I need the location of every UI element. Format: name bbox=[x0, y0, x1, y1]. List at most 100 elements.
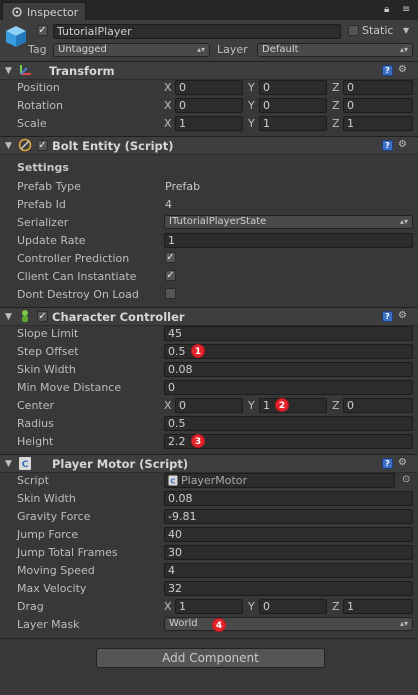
annotation-badge-1: 1 bbox=[191, 344, 205, 358]
layer-label: Layer bbox=[217, 43, 248, 56]
motor-skin-width-input[interactable]: 0.08 bbox=[164, 491, 413, 506]
player-motor-title: Player Motor (Script) bbox=[52, 457, 189, 471]
position-x-input[interactable]: 0 bbox=[175, 80, 243, 95]
axis-z-label: Z bbox=[332, 600, 340, 613]
svg-text:C: C bbox=[22, 460, 29, 470]
axis-z-label: Z bbox=[332, 399, 340, 412]
chevron-updown-icon: ▴▾ bbox=[399, 45, 408, 54]
step-offset-label: Step Offset bbox=[17, 345, 79, 358]
scale-x-input[interactable]: 1 bbox=[175, 116, 243, 131]
jump-force-input[interactable]: 40 bbox=[164, 527, 413, 542]
min-move-distance-input[interactable]: 0 bbox=[164, 380, 413, 395]
csharp-script-small-icon: C bbox=[168, 475, 178, 486]
axis-x-label: X bbox=[164, 399, 172, 412]
inspector-icon bbox=[12, 7, 22, 17]
axis-y-label: Y bbox=[248, 117, 255, 130]
moving-speed-input[interactable]: 4 bbox=[164, 563, 413, 578]
gear-icon[interactable]: ⚙︎ bbox=[398, 139, 407, 150]
gear-icon[interactable]: ⚙︎ bbox=[398, 64, 407, 75]
help-icon[interactable]: ? bbox=[382, 311, 393, 322]
position-z-input[interactable]: 0 bbox=[343, 80, 413, 95]
tab-menu-icon[interactable]: ≡ bbox=[402, 4, 410, 15]
foldout-arrow-icon[interactable]: ▼ bbox=[5, 312, 12, 322]
axis-z-label: Z bbox=[332, 117, 340, 130]
settings-heading: Settings bbox=[17, 161, 69, 174]
slope-limit-input[interactable]: 45 bbox=[164, 326, 413, 341]
tab-inspector[interactable]: Inspector bbox=[2, 2, 86, 20]
serializer-value: ITutorialPlayerState bbox=[169, 216, 267, 227]
bolt-entity-icon bbox=[18, 138, 32, 152]
tag-dropdown[interactable]: Untagged ▴▾ bbox=[53, 43, 210, 57]
axis-y-label: Y bbox=[248, 600, 255, 613]
help-icon[interactable]: ? bbox=[382, 458, 393, 469]
axis-x-label: X bbox=[164, 99, 172, 112]
center-x-input[interactable]: 0 bbox=[175, 398, 243, 413]
object-picker-icon[interactable]: ⊙ bbox=[402, 474, 410, 485]
motor-skin-width-label: Skin Width bbox=[17, 492, 76, 505]
tab-title: Inspector bbox=[27, 6, 79, 19]
static-dropdown-arrow-icon[interactable]: ▼ bbox=[403, 26, 409, 35]
layer-mask-value: World bbox=[169, 618, 198, 629]
client-can-instantiate-checkbox[interactable]: ✓ bbox=[165, 270, 176, 281]
drag-z-input[interactable]: 1 bbox=[343, 599, 413, 614]
rotation-y-input[interactable]: 0 bbox=[259, 98, 327, 113]
static-label: Static bbox=[362, 24, 394, 37]
radius-input[interactable]: 0.5 bbox=[164, 416, 413, 431]
layer-dropdown[interactable]: Default ▴▾ bbox=[257, 43, 413, 57]
script-value: PlayerMotor bbox=[181, 474, 248, 487]
bolt-entity-enabled-checkbox[interactable]: ✓ bbox=[37, 140, 48, 151]
static-checkbox[interactable] bbox=[348, 25, 359, 36]
axis-x-label: X bbox=[164, 117, 172, 130]
rotation-x-input[interactable]: 0 bbox=[175, 98, 243, 113]
foldout-arrow-icon[interactable]: ▼ bbox=[5, 141, 12, 151]
help-icon[interactable]: ? bbox=[382, 140, 393, 151]
prefab-type-label: Prefab Type bbox=[17, 180, 81, 193]
layer-mask-dropdown[interactable]: World ▴▾ bbox=[164, 617, 413, 631]
max-velocity-label: Max Velocity bbox=[17, 582, 87, 595]
tag-value: Untagged bbox=[58, 44, 107, 55]
chevron-updown-icon: ▴▾ bbox=[196, 45, 205, 54]
dont-destroy-label: Dont Destroy On Load bbox=[17, 288, 139, 301]
prefab-type-value: Prefab bbox=[165, 180, 201, 193]
character-controller-enabled-checkbox[interactable]: ✓ bbox=[37, 311, 48, 322]
center-z-input[interactable]: 0 bbox=[343, 398, 413, 413]
max-velocity-input[interactable]: 32 bbox=[164, 581, 413, 596]
gear-icon[interactable]: ⚙︎ bbox=[398, 457, 407, 468]
position-y-input[interactable]: 0 bbox=[259, 80, 327, 95]
controller-prediction-checkbox[interactable]: ✓ bbox=[165, 252, 176, 263]
scale-z-input[interactable]: 1 bbox=[343, 116, 413, 131]
jump-force-label: Jump Force bbox=[17, 528, 79, 541]
character-controller-title: Character Controller bbox=[52, 310, 185, 324]
skin-width-input[interactable]: 0.08 bbox=[164, 362, 413, 377]
dont-destroy-checkbox[interactable] bbox=[165, 288, 176, 299]
gravity-force-input[interactable]: -9.81 bbox=[164, 509, 413, 524]
rotation-z-input[interactable]: 0 bbox=[343, 98, 413, 113]
object-active-checkbox[interactable]: ✓ bbox=[37, 25, 48, 36]
svg-text:C: C bbox=[170, 478, 175, 486]
script-object-field[interactable]: PlayerMotor bbox=[164, 473, 395, 488]
scale-y-input[interactable]: 1 bbox=[259, 116, 327, 131]
transform-title: Transform bbox=[49, 64, 115, 78]
help-icon[interactable]: ? bbox=[382, 65, 393, 76]
drag-label: Drag bbox=[17, 600, 44, 613]
gear-icon[interactable]: ⚙︎ bbox=[398, 310, 407, 321]
jump-total-frames-input[interactable]: 30 bbox=[164, 545, 413, 560]
axis-x-label: X bbox=[164, 81, 172, 94]
annotation-badge-2: 2 bbox=[275, 398, 289, 412]
center-y-input[interactable]: 1 bbox=[259, 398, 327, 413]
drag-x-input[interactable]: 1 bbox=[175, 599, 243, 614]
drag-y-input[interactable]: 0 bbox=[259, 599, 327, 614]
axis-y-label: Y bbox=[248, 99, 255, 112]
csharp-script-icon: C bbox=[19, 457, 31, 470]
min-move-distance-label: Min Move Distance bbox=[17, 381, 122, 394]
transform-position-label: Position bbox=[17, 81, 60, 94]
axis-x-label: X bbox=[164, 600, 172, 613]
serializer-dropdown[interactable]: ITutorialPlayerState ▴▾ bbox=[164, 215, 413, 229]
lock-icon[interactable]: 🔒︎ bbox=[384, 4, 389, 15]
object-name-input[interactable]: TutorialPlayer bbox=[53, 24, 341, 39]
update-rate-input[interactable]: 1 bbox=[164, 233, 413, 248]
center-label: Center bbox=[17, 399, 55, 412]
add-component-button[interactable]: Add Component bbox=[96, 648, 325, 668]
foldout-arrow-icon[interactable]: ▼ bbox=[5, 66, 12, 76]
foldout-arrow-icon[interactable]: ▼ bbox=[5, 459, 12, 469]
